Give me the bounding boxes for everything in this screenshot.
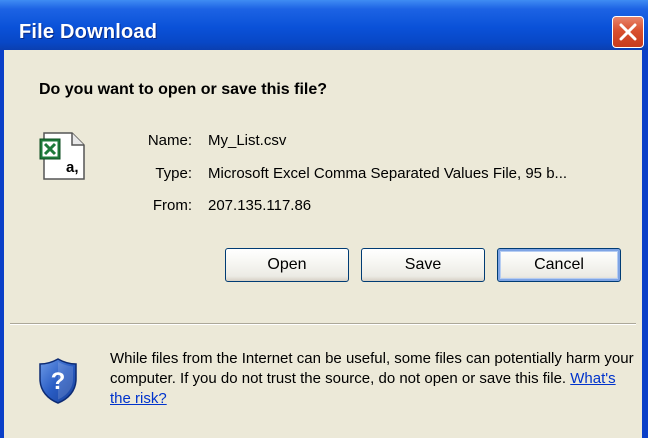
open-button[interactable]: Open	[225, 248, 349, 282]
type-label: Type:	[155, 165, 192, 182]
save-button[interactable]: Save	[361, 248, 485, 282]
cancel-button[interactable]: Cancel	[497, 248, 621, 282]
title-bar[interactable]: File Download	[0, 0, 648, 50]
file-source: 207.135.117.86	[208, 197, 312, 214]
close-button[interactable]	[612, 16, 644, 48]
svg-text:?: ?	[51, 368, 66, 395]
dialog-body: Do you want to open or save this file? a…	[4, 50, 642, 438]
security-shield-icon: ?	[39, 358, 77, 404]
excel-csv-file-icon: a,	[39, 132, 85, 180]
dialog-question: Do you want to open or save this file?	[39, 81, 328, 98]
divider-highlight	[10, 324, 636, 325]
security-warning: While files from the Internet can be use…	[110, 349, 640, 409]
svg-text:a,: a,	[66, 159, 79, 176]
file-type: Microsoft Excel Comma Separated Values F…	[208, 165, 568, 182]
name-label: Name:	[147, 132, 192, 149]
warning-text: While files from the Internet can be use…	[110, 350, 634, 387]
file-name: My_List.csv	[208, 132, 287, 149]
close-icon	[619, 23, 637, 41]
from-label: From:	[152, 197, 192, 214]
window-title: File Download	[19, 21, 158, 43]
file-download-window: File Download Do you want to open or sav…	[0, 0, 648, 438]
